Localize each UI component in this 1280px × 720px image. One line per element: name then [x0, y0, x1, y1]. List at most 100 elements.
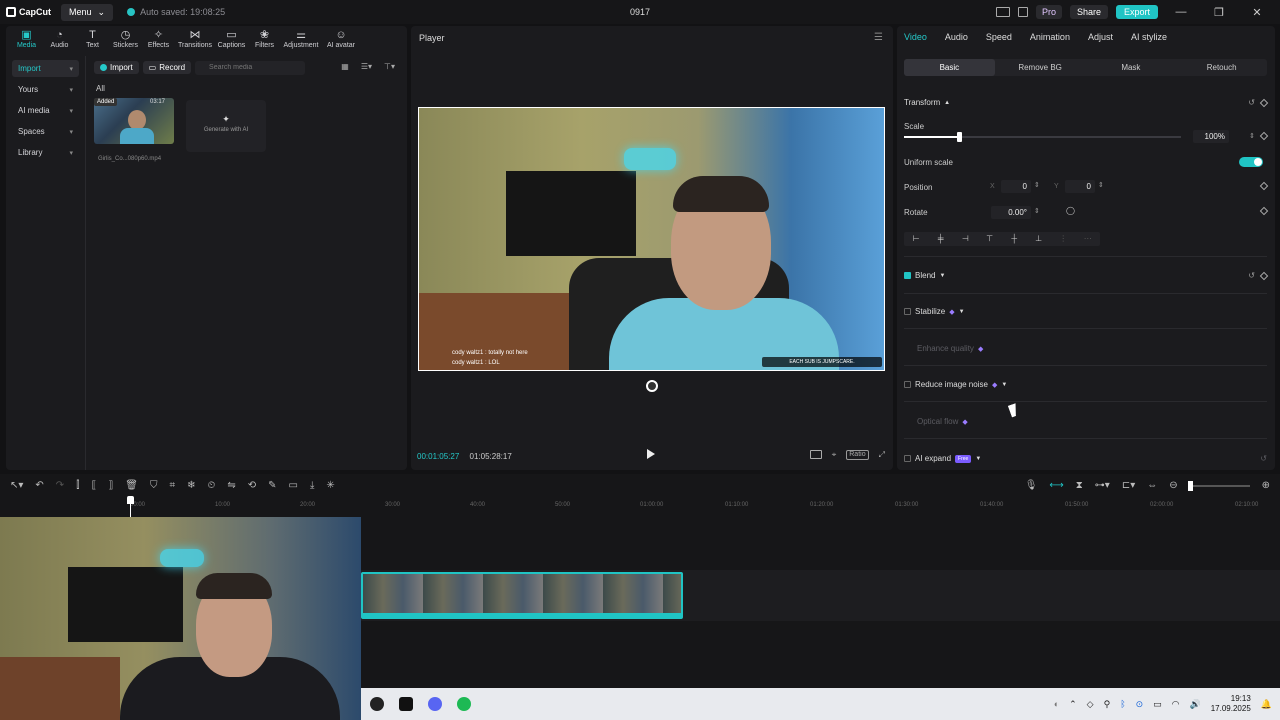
mic-tray-icon[interactable]: ⊙ [1136, 699, 1144, 710]
align-center-v-icon[interactable]: ┼ [1002, 232, 1027, 246]
share-button[interactable]: Share [1069, 5, 1108, 19]
chevron-up-icon[interactable]: ⌃ [1069, 699, 1077, 710]
speed-tool-icon[interactable]: ⏲ [208, 480, 216, 491]
rotate-input[interactable]: 0.00° [991, 206, 1031, 219]
tab-adjust[interactable]: Adjust [1088, 32, 1113, 42]
search-input[interactable] [195, 61, 306, 75]
distribute-h-icon[interactable]: ⋮ [1051, 232, 1076, 246]
monitor-icon[interactable]: ▭ [1153, 699, 1162, 710]
import-button[interactable]: Import [94, 61, 139, 74]
grid-view-icon[interactable]: ▦ [341, 62, 349, 71]
stepper-icon[interactable]: ⇕ [1249, 132, 1255, 140]
uniform-scale-toggle[interactable] [1239, 157, 1263, 167]
tab-audio[interactable]: ◔ Audio [43, 26, 76, 54]
reset-icon[interactable]: ↺ [1260, 454, 1267, 463]
sidebar-item-import[interactable]: Import ▾ [12, 60, 79, 77]
split-left-icon[interactable]: ⟦ [91, 480, 96, 491]
ratio-button[interactable]: Ratio [846, 450, 869, 460]
keyframe-icon[interactable] [1259, 98, 1269, 107]
layout-icon[interactable] [995, 7, 1010, 17]
stepper-icon[interactable]: ⇕ [1034, 181, 1040, 189]
align-center-h-icon[interactable]: ╪ [929, 232, 954, 246]
notification-icon[interactable]: 🔔 [1261, 699, 1272, 710]
reverse-icon[interactable]: ⟲ [248, 480, 256, 491]
tab-stickers[interactable]: ◷ Stickers [109, 26, 142, 54]
tab-audio-props[interactable]: Audio [945, 32, 968, 42]
align-left-icon[interactable]: ⊢ [904, 232, 929, 246]
preview-axis-icon[interactable]: ⊏▾ [1122, 480, 1135, 491]
tab-speed[interactable]: Speed [986, 32, 1012, 42]
subtab-mask[interactable]: Mask [1086, 59, 1177, 76]
position-y-input[interactable]: 0 [1065, 180, 1095, 193]
subtab-remove-bg[interactable]: Remove BG [995, 59, 1086, 76]
scale-slider[interactable] [904, 132, 1181, 142]
shortcuts-icon[interactable] [1017, 7, 1028, 17]
sidebar-item-ai-media[interactable]: AI media ▾ [12, 102, 79, 119]
zoom-in-icon[interactable]: ⊕ [1262, 480, 1270, 491]
link-icon[interactable]: ⟷ [1049, 480, 1063, 491]
mark-icon[interactable]: ⛉ [150, 480, 158, 491]
keyframe-icon[interactable] [1259, 181, 1269, 191]
subtab-basic[interactable]: Basic [904, 59, 995, 76]
timeline-ruler[interactable]: 00:00 10:00 20:00 30:00 40:00 50:00 01:00:00 01… [130, 498, 1280, 510]
discord-icon[interactable] [428, 697, 442, 711]
fit-icon[interactable]: ⇔ [1147, 480, 1157, 491]
crop-icon[interactable]: ⌖ [832, 450, 837, 460]
reset-icon[interactable]: ↺ [1248, 98, 1255, 107]
transform-section[interactable]: Transform ▲ [904, 98, 950, 107]
restore-icon[interactable]: ❐ [1204, 6, 1234, 19]
magic-icon[interactable]: ✎ [268, 480, 276, 491]
filter-icon[interactable]: ⊤▾ [384, 62, 395, 71]
zoom-slider[interactable] [1187, 480, 1250, 491]
microphone-icon[interactable]: 🎙 [1025, 480, 1038, 491]
freeze-icon[interactable]: ❄ [187, 480, 195, 491]
ai-tool-icon[interactable]: ✳ [326, 480, 334, 491]
usb-icon[interactable]: ⚲ [1104, 699, 1111, 710]
keyframe-icon[interactable] [1259, 206, 1269, 216]
network-app-icon[interactable]: ◇ [1087, 699, 1094, 710]
export-button[interactable]: Export [1115, 5, 1158, 19]
reset-icon[interactable]: ↺ [1248, 271, 1255, 280]
noise-section[interactable]: Reduce image noise ◆ ▼ [904, 380, 1007, 389]
split-icon[interactable]: ⫿ [76, 480, 79, 491]
export-frame-icon[interactable]: ⤓ [310, 480, 314, 491]
tab-ai-avatar[interactable]: ☺ AI avatar [321, 26, 361, 54]
tab-text[interactable]: T Text [76, 26, 109, 54]
blend-checkbox[interactable] [904, 272, 911, 279]
align-top-icon[interactable]: ⊤ [978, 232, 1003, 246]
sidebar-item-library[interactable]: Library ▾ [12, 144, 79, 161]
tab-filters[interactable]: ❀ Filters [248, 26, 281, 54]
sidebar-item-yours[interactable]: Yours ▾ [12, 81, 79, 98]
stepper-icon[interactable]: ⇕ [1034, 207, 1040, 215]
select-tool-icon[interactable]: ↖▾ [10, 480, 23, 491]
timeline-clip[interactable] [361, 572, 683, 619]
wifi-icon[interactable]: ◠ [1172, 699, 1180, 710]
menu-button[interactable]: Menu ⌄ [61, 3, 114, 21]
hamburger-icon[interactable]: ☰ [874, 32, 883, 43]
generate-with-ai-button[interactable]: ✦ Generate with AI [186, 100, 266, 152]
keyframe-icon[interactable] [1259, 271, 1269, 280]
tab-media[interactable]: ▣ Media [10, 26, 43, 54]
volume-icon[interactable]: 🔊 [1190, 699, 1201, 710]
bluetooth-icon[interactable]: ᛒ [1120, 699, 1125, 709]
position-x-input[interactable]: 0 [1001, 180, 1031, 193]
stabilize-checkbox[interactable] [904, 308, 911, 315]
align-right-icon[interactable]: ⊣ [953, 232, 978, 246]
video-preview[interactable]: cody waltz1 : totally not here cody walt… [418, 107, 885, 371]
split-right-icon[interactable]: ⟧ [108, 480, 113, 491]
stepper-icon[interactable]: ⇕ [1098, 181, 1104, 189]
tab-animation[interactable]: Animation [1030, 32, 1070, 42]
expand-icon[interactable]: ⤢ [879, 450, 885, 460]
tab-ai-stylize[interactable]: AI stylize [1131, 32, 1167, 42]
tab-video[interactable]: Video [904, 32, 927, 42]
capcut-taskbar-icon[interactable] [399, 697, 413, 711]
blend-section[interactable]: Blend ▼ [904, 271, 945, 280]
noise-checkbox[interactable] [904, 381, 911, 388]
captions-tool-icon[interactable]: ▭ [289, 480, 298, 491]
rotate-handle[interactable] [646, 380, 658, 392]
undo-icon[interactable]: ↶ [35, 480, 43, 491]
play-icon[interactable] [647, 449, 655, 459]
playhead-handle[interactable] [127, 496, 134, 504]
spotify-icon[interactable] [457, 697, 471, 711]
filter-all-label[interactable]: All [96, 84, 105, 93]
